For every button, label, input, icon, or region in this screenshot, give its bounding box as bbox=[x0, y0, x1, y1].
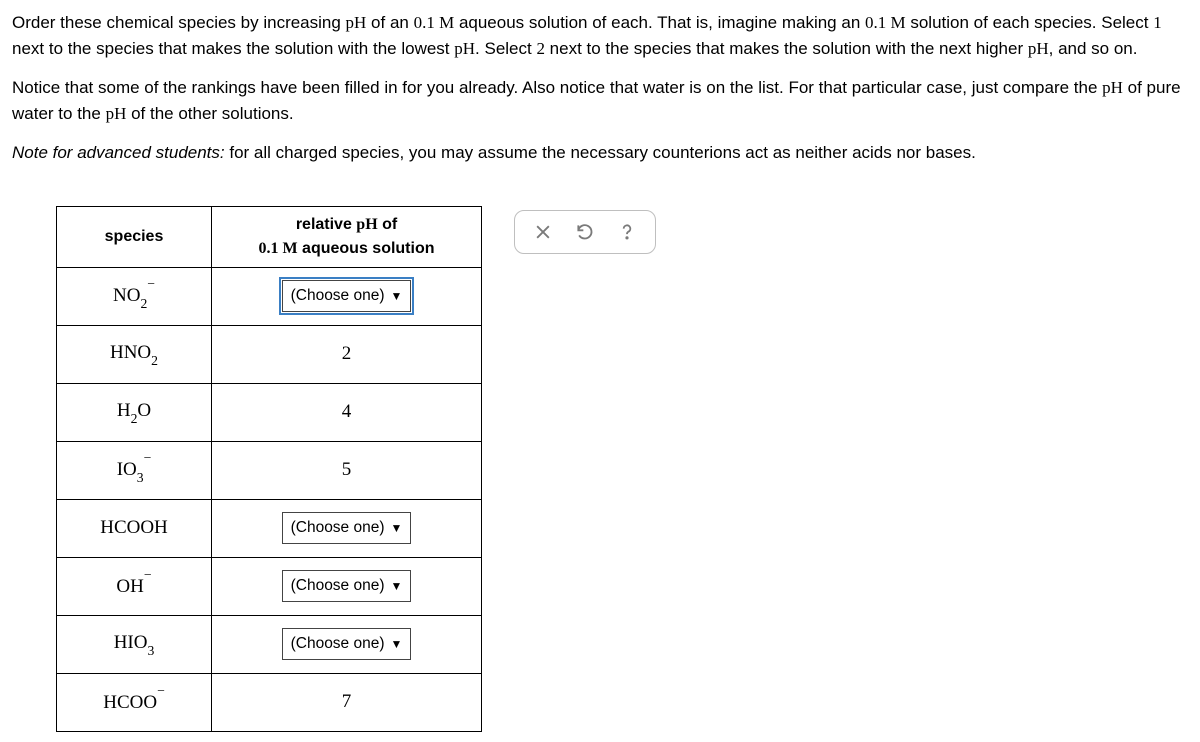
table-row: HIO3 (Choose one)▼ bbox=[57, 615, 482, 673]
species-hno2: HNO2 bbox=[110, 342, 158, 363]
species-h2o: H2O bbox=[117, 400, 151, 421]
chevron-down-icon: ▼ bbox=[391, 519, 403, 537]
rank-value-hno2: 2 bbox=[342, 343, 352, 364]
instruction-paragraph-2: Notice that some of the rankings have be… bbox=[12, 75, 1188, 126]
help-icon bbox=[617, 222, 637, 242]
help-button[interactable] bbox=[617, 222, 637, 242]
rank-select-no2[interactable]: (Choose one)▼ bbox=[282, 280, 412, 311]
rank-select-oh[interactable]: (Choose one)▼ bbox=[282, 570, 412, 601]
undo-icon bbox=[575, 222, 595, 242]
species-hcooh: HCOOH bbox=[100, 517, 168, 538]
chevron-down-icon: ▼ bbox=[391, 287, 403, 305]
table-row: HCOO− 7 bbox=[57, 673, 482, 731]
species-no2: NO2− bbox=[113, 285, 155, 306]
species-table: species relative pH of 0.1 M aqueous sol… bbox=[56, 206, 482, 732]
close-icon bbox=[533, 222, 553, 242]
species-hcoo: HCOO− bbox=[103, 692, 165, 713]
reset-button[interactable] bbox=[575, 222, 595, 242]
chevron-down-icon: ▼ bbox=[391, 635, 403, 653]
table-row: OH− (Choose one)▼ bbox=[57, 557, 482, 615]
table-row: NO2− (Choose one)▼ bbox=[57, 267, 482, 325]
species-hio3: HIO3 bbox=[114, 632, 155, 653]
rank-select-hcooh[interactable]: (Choose one)▼ bbox=[282, 512, 412, 543]
table-row: H2O 4 bbox=[57, 383, 482, 441]
instruction-paragraph-1: Order these chemical species by increasi… bbox=[12, 10, 1188, 61]
header-ph: relative pH of 0.1 M aqueous solution bbox=[212, 206, 482, 267]
instruction-paragraph-3: Note for advanced students: for all char… bbox=[12, 140, 1188, 166]
species-io3: IO3− bbox=[117, 459, 152, 480]
rank-value-hcoo: 7 bbox=[342, 691, 352, 712]
rank-value-h2o: 4 bbox=[342, 401, 352, 422]
toolbar bbox=[514, 210, 656, 254]
rank-select-hio3[interactable]: (Choose one)▼ bbox=[282, 628, 412, 659]
header-species: species bbox=[57, 206, 212, 267]
table-row: HCOOH (Choose one)▼ bbox=[57, 499, 482, 557]
table-row: HNO2 2 bbox=[57, 325, 482, 383]
chevron-down-icon: ▼ bbox=[391, 577, 403, 595]
close-button[interactable] bbox=[533, 222, 553, 242]
species-oh: OH− bbox=[116, 576, 151, 597]
table-row: IO3− 5 bbox=[57, 441, 482, 499]
rank-value-io3: 5 bbox=[342, 459, 352, 480]
